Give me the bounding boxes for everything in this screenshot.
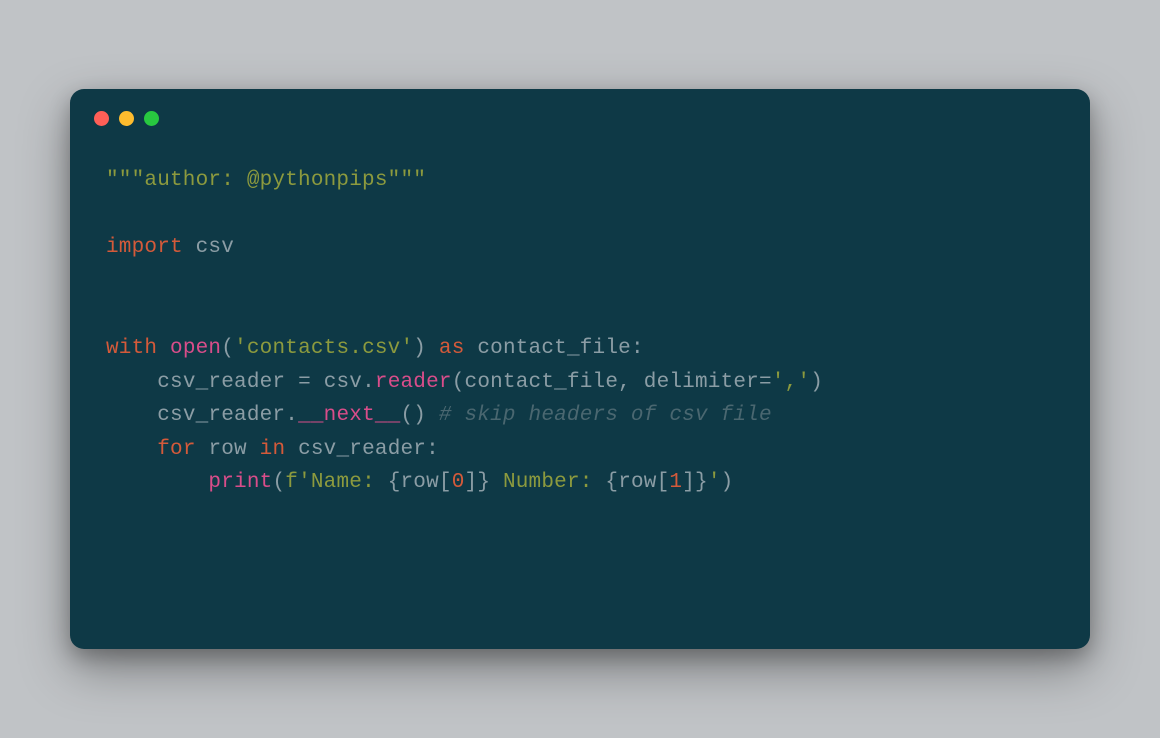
- quote-open: ': [298, 471, 311, 494]
- keyword-with: with: [106, 337, 157, 360]
- colon: :: [631, 337, 644, 360]
- keyword-for: for: [157, 438, 195, 461]
- expr-row: row: [618, 471, 656, 494]
- bracket-open: [: [439, 471, 452, 494]
- paren-open: (: [221, 337, 234, 360]
- number-literal: 1: [669, 471, 682, 494]
- dot: .: [362, 371, 375, 394]
- bracket-open: [: [657, 471, 670, 494]
- expr-row: row: [401, 471, 439, 494]
- number-literal: 0: [452, 471, 465, 494]
- code-line: csv_reader = csv.reader(contact_file, de…: [106, 366, 1054, 400]
- maximize-icon[interactable]: [144, 111, 159, 126]
- code-line: with open('contacts.csv') as contact_fil…: [106, 332, 1054, 366]
- paren-open: (: [272, 471, 285, 494]
- minimize-icon[interactable]: [119, 111, 134, 126]
- close-icon[interactable]: [94, 111, 109, 126]
- brace-open: {: [605, 471, 618, 494]
- dot: .: [285, 404, 298, 427]
- keyword-as: as: [439, 337, 465, 360]
- code-line: for row in csv_reader:: [106, 433, 1054, 467]
- builtin-open: open: [170, 337, 221, 360]
- code-line-blank: [106, 265, 1054, 299]
- module-ref: csv: [324, 371, 362, 394]
- comment: # skip headers of csv file: [439, 404, 772, 427]
- variable: csv_reader: [157, 404, 285, 427]
- colon: :: [426, 438, 439, 461]
- kwarg-name: delimiter: [644, 371, 759, 394]
- variable: csv_reader: [157, 371, 285, 394]
- parens: (): [400, 404, 426, 427]
- module-name: csv: [183, 236, 234, 259]
- argument: contact_file: [465, 371, 619, 394]
- brace-close: }: [477, 471, 490, 494]
- keyword-in: in: [260, 438, 286, 461]
- window-titlebar: [70, 89, 1090, 136]
- code-line-blank: [106, 298, 1054, 332]
- code-line: csv_reader.__next__() # skip headers of …: [106, 399, 1054, 433]
- keyword-import: import: [106, 236, 183, 259]
- fstring-prefix: f: [285, 471, 298, 494]
- brace-open: {: [388, 471, 401, 494]
- docstring: """author: @pythonpips""": [106, 169, 426, 192]
- builtin-print: print: [208, 471, 272, 494]
- code-line: print(f'Name: {row[0]} Number: {row[1]}'…: [106, 466, 1054, 500]
- brace-close: }: [695, 471, 708, 494]
- variable: row: [208, 438, 246, 461]
- paren-close: ): [721, 471, 734, 494]
- method-next: __next__: [298, 404, 400, 427]
- comma: ,: [618, 371, 644, 394]
- paren-open: (: [452, 371, 465, 394]
- operator-eq: =: [298, 371, 311, 394]
- method-reader: reader: [375, 371, 452, 394]
- variable: csv_reader: [298, 438, 426, 461]
- variable: contact_file: [477, 337, 631, 360]
- operator-eq: =: [759, 371, 772, 394]
- paren-close: ): [413, 337, 426, 360]
- code-line: import csv: [106, 231, 1054, 265]
- string-literal: 'contacts.csv': [234, 337, 413, 360]
- code-line-blank: [106, 198, 1054, 232]
- bracket-close: ]: [465, 471, 478, 494]
- code-block[interactable]: """author: @pythonpips""" import csv wit…: [70, 136, 1090, 530]
- string-literal: ',': [772, 371, 810, 394]
- string-text: Name:: [311, 471, 388, 494]
- code-line: """author: @pythonpips""": [106, 164, 1054, 198]
- code-editor-window: """author: @pythonpips""" import csv wit…: [70, 89, 1090, 649]
- string-text: Number:: [490, 471, 605, 494]
- quote-close: ': [708, 471, 721, 494]
- bracket-close: ]: [682, 471, 695, 494]
- paren-close: ): [810, 371, 823, 394]
